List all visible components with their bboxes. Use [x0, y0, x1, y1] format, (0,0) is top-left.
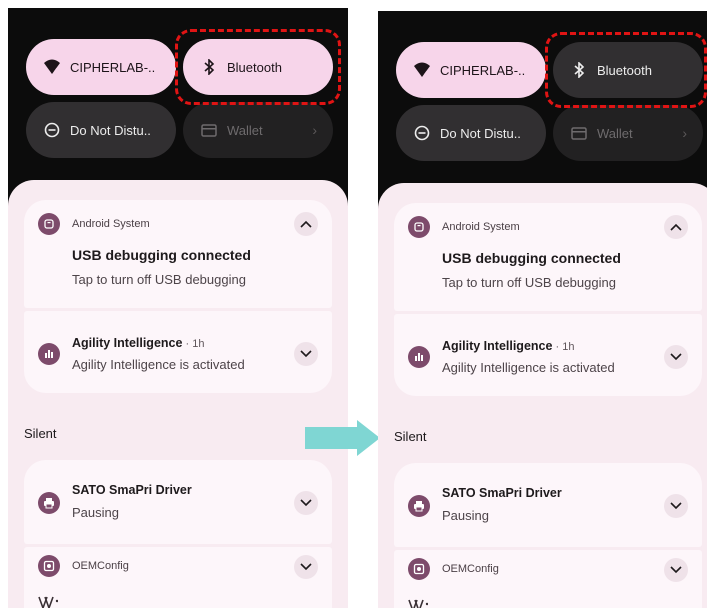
- wifi-label: CIPHERLAB-..: [70, 59, 156, 75]
- expand-button[interactable]: [664, 345, 688, 369]
- notification-oemconfig[interactable]: OEMConfig: [24, 547, 332, 587]
- chevron-down-icon: [670, 502, 682, 510]
- notification-text: Tap to turn off USB debugging: [72, 272, 246, 287]
- wifi-tile[interactable]: 4 CIPHERLAB-..: [26, 39, 176, 95]
- notification-title: USB debugging connected: [442, 250, 621, 266]
- app-logo-icon: [38, 596, 59, 608]
- app-name: OEMConfig: [442, 563, 499, 575]
- notification-sato[interactable]: SATO SmaPri Driver Pausing: [24, 460, 332, 544]
- android-system-icon: [38, 213, 60, 235]
- wifi-icon: 4: [42, 57, 62, 77]
- chevron-down-icon: [300, 563, 312, 571]
- wallet-tile[interactable]: Wallet ›: [183, 102, 333, 158]
- chevron-down-icon: [300, 499, 312, 507]
- notification-text: Agility Intelligence is activated: [72, 357, 245, 372]
- wallet-icon: [199, 120, 219, 140]
- expand-button[interactable]: [294, 491, 318, 515]
- dnd-label: Do Not Distu..: [440, 125, 521, 141]
- expand-button[interactable]: [664, 494, 688, 518]
- wallet-icon: [569, 123, 589, 143]
- notification-sato[interactable]: SATO SmaPri Driver Pausing: [394, 463, 702, 547]
- notification-title: SATO SmaPri Driver: [72, 483, 192, 497]
- screenshot-before: 4 CIPHERLAB-.. Bluetooth Do Not Distu.. …: [8, 8, 348, 608]
- notification-text: Agility Intelligence is activated: [442, 360, 615, 375]
- silent-section-header: Silent: [394, 429, 427, 444]
- bluetooth-highlight: [545, 32, 707, 108]
- expand-button[interactable]: [294, 342, 318, 366]
- notification-partial[interactable]: [24, 582, 332, 608]
- app-name: Android System: [72, 218, 150, 230]
- dnd-label: Do Not Distu..: [70, 122, 151, 138]
- do-not-disturb-icon: [412, 123, 432, 143]
- notification-title: USB debugging connected: [72, 247, 251, 263]
- bluetooth-highlight: [175, 29, 341, 105]
- notification-shade: Android System USB debugging connected T…: [378, 183, 707, 608]
- transition-arrow: [305, 420, 380, 456]
- android-system-icon: [408, 216, 430, 238]
- chevron-right-icon: ›: [682, 125, 687, 141]
- silent-section-header: Silent: [24, 426, 57, 441]
- chevron-up-icon: [300, 220, 312, 228]
- collapse-button[interactable]: [664, 215, 688, 239]
- agility-intelligence-icon: [408, 346, 430, 368]
- notification-title: SATO SmaPri Driver: [442, 486, 562, 500]
- expand-button[interactable]: [664, 558, 688, 582]
- app-name: Android System: [442, 221, 520, 233]
- notification-title: Agility Intelligence · 1h: [72, 336, 205, 350]
- wallet-label: Wallet: [597, 125, 633, 141]
- wifi-icon: 4: [412, 60, 432, 80]
- chevron-up-icon: [670, 223, 682, 231]
- notification-android-system[interactable]: Android System USB debugging connected T…: [24, 200, 332, 308]
- wallet-label: Wallet: [227, 122, 263, 138]
- notification-agility[interactable]: Agility Intelligence · 1h Agility Intell…: [394, 314, 702, 396]
- chevron-down-icon: [300, 350, 312, 358]
- wifi-label: CIPHERLAB-..: [440, 62, 526, 78]
- agility-intelligence-icon: [38, 343, 60, 365]
- notification-android-system[interactable]: Android System USB debugging connected T…: [394, 203, 702, 311]
- screenshot-after: 4 CIPHERLAB-.. Bluetooth Do Not Distu.. …: [378, 11, 707, 608]
- expand-button[interactable]: [294, 555, 318, 579]
- notification-text: Pausing: [442, 508, 489, 523]
- svg-text:4: 4: [424, 70, 429, 78]
- chevron-down-icon: [670, 353, 682, 361]
- app-logo-icon: [408, 599, 429, 608]
- app-name: OEMConfig: [72, 560, 129, 572]
- notification-shade: Android System USB debugging connected T…: [8, 180, 348, 608]
- notification-partial[interactable]: [394, 585, 702, 608]
- notification-oemconfig[interactable]: OEMConfig: [394, 550, 702, 590]
- printer-icon: [38, 492, 60, 514]
- do-not-disturb-tile[interactable]: Do Not Distu..: [26, 102, 176, 158]
- oemconfig-icon: [408, 558, 430, 580]
- notification-title: Agility Intelligence · 1h: [442, 339, 575, 353]
- notification-text: Pausing: [72, 505, 119, 520]
- do-not-disturb-icon: [42, 120, 62, 140]
- notification-agility[interactable]: Agility Intelligence · 1h Agility Intell…: [24, 311, 332, 393]
- printer-icon: [408, 495, 430, 517]
- oemconfig-icon: [38, 555, 60, 577]
- chevron-down-icon: [670, 566, 682, 574]
- wallet-tile[interactable]: Wallet ›: [553, 105, 703, 161]
- notification-text: Tap to turn off USB debugging: [442, 275, 616, 290]
- do-not-disturb-tile[interactable]: Do Not Distu..: [396, 105, 546, 161]
- collapse-button[interactable]: [294, 212, 318, 236]
- wifi-tile[interactable]: 4 CIPHERLAB-..: [396, 42, 546, 98]
- svg-text:4: 4: [54, 67, 59, 75]
- chevron-right-icon: ›: [312, 122, 317, 138]
